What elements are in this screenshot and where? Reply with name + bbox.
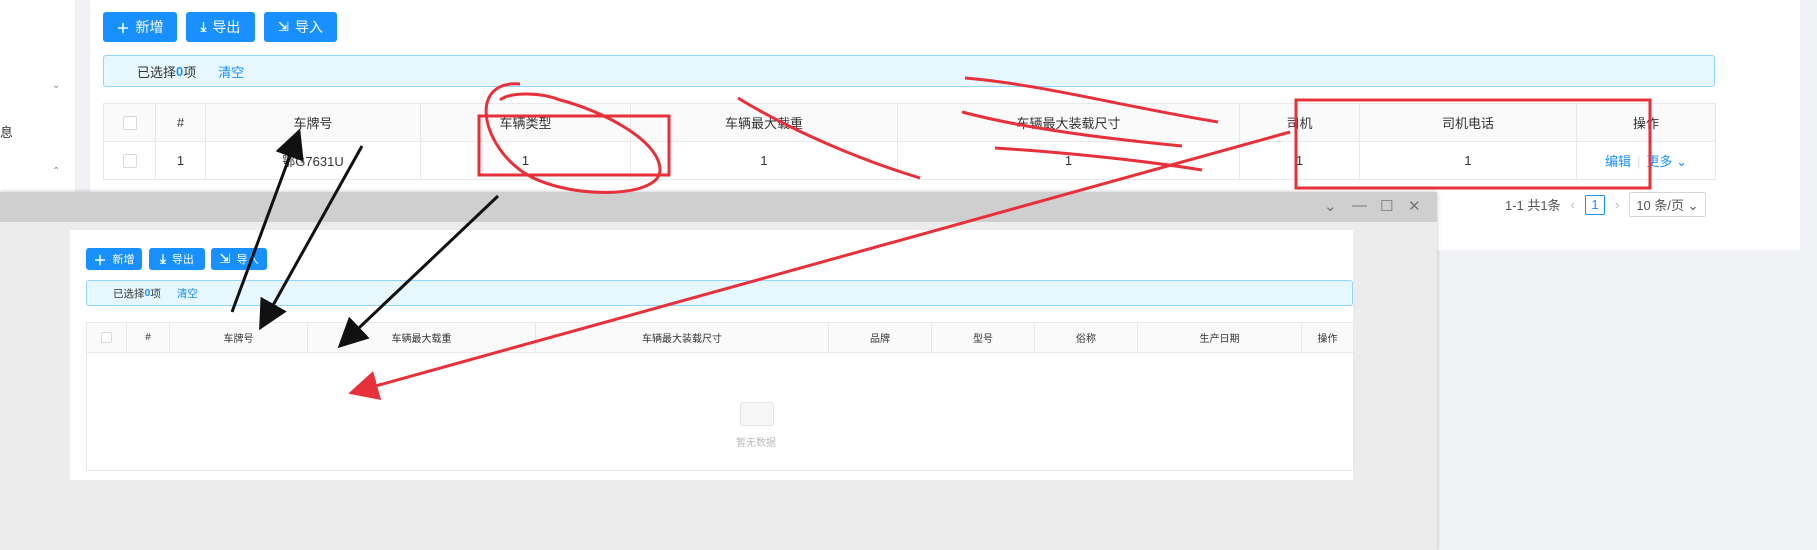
- column-header: 车辆最大装载尺寸: [897, 103, 1240, 142]
- table-cell: 1: [155, 141, 206, 180]
- vehicle-table: # 车牌号 车辆最大载重 车辆最大装载尺寸 品牌 型号 俗称 生产日期 操作: [86, 322, 1354, 471]
- selection-suffix: 项: [183, 64, 197, 80]
- divider: |: [1637, 154, 1641, 169]
- selection-prefix: 已选择: [137, 64, 177, 80]
- selection-prefix: 已选择: [113, 287, 145, 300]
- window-footer-area: [70, 480, 1353, 550]
- column-header: 车辆类型: [420, 103, 631, 142]
- clear-selection-link[interactable]: 清空: [177, 286, 198, 301]
- column-header: 车辆最大载重: [630, 103, 898, 142]
- empty-row: [86, 352, 1354, 471]
- column-header: 品牌: [828, 322, 932, 353]
- table-cell: 鄂G7631U: [205, 141, 421, 180]
- select-all-checkbox[interactable]: [86, 322, 127, 353]
- add-button-label: 新增: [112, 254, 135, 266]
- export-button[interactable]: ⤓ 导出: [149, 248, 205, 270]
- chevron-down-icon[interactable]: ⌄: [1324, 197, 1337, 215]
- minimize-icon[interactable]: —: [1352, 197, 1367, 214]
- add-button-label: 新增: [135, 19, 164, 35]
- sidebar: ⌄ 息 ⌃: [0, 0, 76, 200]
- row-select-cell[interactable]: [103, 141, 156, 180]
- column-header: 型号: [931, 322, 1035, 353]
- download-icon: ⤓: [200, 19, 207, 34]
- table-cell: 1: [630, 141, 898, 180]
- table-header-row: # 车牌号 车辆类型 车辆最大载重 车辆最大装载尺寸 司机 司机电话 操作: [103, 103, 1716, 142]
- chevron-down-icon[interactable]: ⌄: [1676, 154, 1687, 169]
- more-link[interactable]: 更多: [1646, 154, 1672, 169]
- column-header: 车牌号: [205, 103, 421, 142]
- empty-text: 暂无数据: [736, 438, 776, 449]
- selection-alert: 已选择 0 项 清空: [86, 280, 1353, 306]
- table-cell: 1: [1239, 141, 1360, 180]
- chevron-down-icon[interactable]: ⌄: [52, 80, 60, 91]
- import-icon: ⇲: [278, 19, 289, 34]
- column-header: 司机: [1239, 103, 1360, 142]
- column-header: 操作: [1576, 103, 1716, 142]
- plus-icon: ＋: [93, 252, 107, 268]
- export-button[interactable]: ⤓ 导出: [186, 12, 255, 42]
- pagination-summary: 1-1 共1条: [1505, 198, 1561, 213]
- window-content: ＋ 新增 ⤓ 导出 ⇲ 导入 已选择 0 项 清空 # 车牌号 车辆最大载重 车…: [70, 230, 1354, 480]
- table-row[interactable]: 1 鄂G7631U 1 1 1 1 1 编辑 | 更多 ⌄: [103, 141, 1716, 180]
- checkbox[interactable]: [101, 331, 112, 343]
- column-header: 车辆最大装载尺寸: [535, 322, 829, 353]
- sidebar-item-label[interactable]: 息: [0, 122, 13, 141]
- add-button[interactable]: ＋ 新增: [103, 12, 177, 42]
- import-button[interactable]: ⇲ 导入: [211, 248, 267, 270]
- column-header: 生产日期: [1137, 322, 1302, 353]
- vehicle-table: # 车牌号 车辆类型 车辆最大载重 车辆最大装载尺寸 司机 司机电话 操作 1 …: [103, 103, 1716, 180]
- import-button-label: 导入: [294, 19, 323, 35]
- maximize-icon[interactable]: ☐: [1380, 197, 1393, 215]
- column-header: 车牌号: [169, 322, 308, 353]
- checkbox[interactable]: [122, 154, 137, 169]
- selection-count: 0: [176, 63, 184, 79]
- column-header: 司机电话: [1359, 103, 1577, 142]
- clear-selection-link[interactable]: 清空: [218, 62, 244, 81]
- page-button[interactable]: 1: [1584, 194, 1605, 215]
- table-cell: 1: [420, 141, 631, 180]
- table-cell: 1: [1359, 141, 1577, 180]
- page-size-select[interactable]: 10 条/页 ⌄: [1629, 192, 1706, 217]
- add-button[interactable]: ＋ 新增: [86, 248, 142, 270]
- prev-page-icon[interactable]: ‹: [1571, 197, 1575, 212]
- column-header: 车辆最大载重: [307, 322, 536, 353]
- empty-cell: [86, 352, 1354, 471]
- table-header-row: # 车牌号 车辆最大载重 车辆最大装载尺寸 品牌 型号 俗称 生产日期 操作: [86, 322, 1354, 353]
- window-titlebar[interactable]: ⌄ — ☐ ✕: [0, 192, 1437, 222]
- pagination: 1-1 共1条 ‹ 1 › 10 条/页 ⌄: [1505, 192, 1706, 217]
- column-header: #: [126, 322, 170, 353]
- selection-alert: 已选择 0 项 清空: [103, 55, 1715, 87]
- column-header: 操作: [1301, 322, 1354, 353]
- chevron-up-icon[interactable]: ⌃: [52, 166, 60, 177]
- import-button[interactable]: ⇲ 导入: [264, 12, 337, 42]
- download-icon: ⤓: [160, 251, 166, 266]
- screenshot-stage: ⌄ 息 ⌃ ＋ 新增 ⤓ 导出 ⇲ 导入 已选择 0 项 清空 # 车牌号 车辆…: [0, 0, 1817, 550]
- edit-link[interactable]: 编辑: [1605, 154, 1631, 169]
- column-header: #: [155, 103, 206, 142]
- page-edge: [1800, 0, 1817, 550]
- export-button-label: 导出: [171, 254, 194, 266]
- page-size-label: 10 条/页: [1636, 198, 1685, 213]
- empty-inbox-icon: [740, 402, 774, 426]
- actions-cell: 编辑 | 更多 ⌄: [1576, 141, 1716, 180]
- export-button-label: 导出: [212, 19, 241, 35]
- next-page-icon[interactable]: ›: [1615, 197, 1619, 212]
- chevron-down-icon: ⌄: [1687, 198, 1699, 213]
- plus-icon: ＋: [116, 20, 130, 36]
- overlay-window: ⌄ — ☐ ✕ ＋ 新增 ⤓ 导出 ⇲ 导入 已选择 0 项 清空 # 车牌号 …: [0, 192, 1437, 550]
- select-all-checkbox[interactable]: [103, 103, 156, 142]
- column-header: 俗称: [1034, 322, 1138, 353]
- close-icon[interactable]: ✕: [1408, 197, 1421, 215]
- table-cell: 1: [897, 141, 1240, 180]
- checkbox[interactable]: [122, 116, 137, 131]
- import-icon: ⇲: [219, 251, 231, 266]
- import-button-label: 导入: [236, 254, 259, 266]
- selection-suffix: 项: [150, 287, 161, 300]
